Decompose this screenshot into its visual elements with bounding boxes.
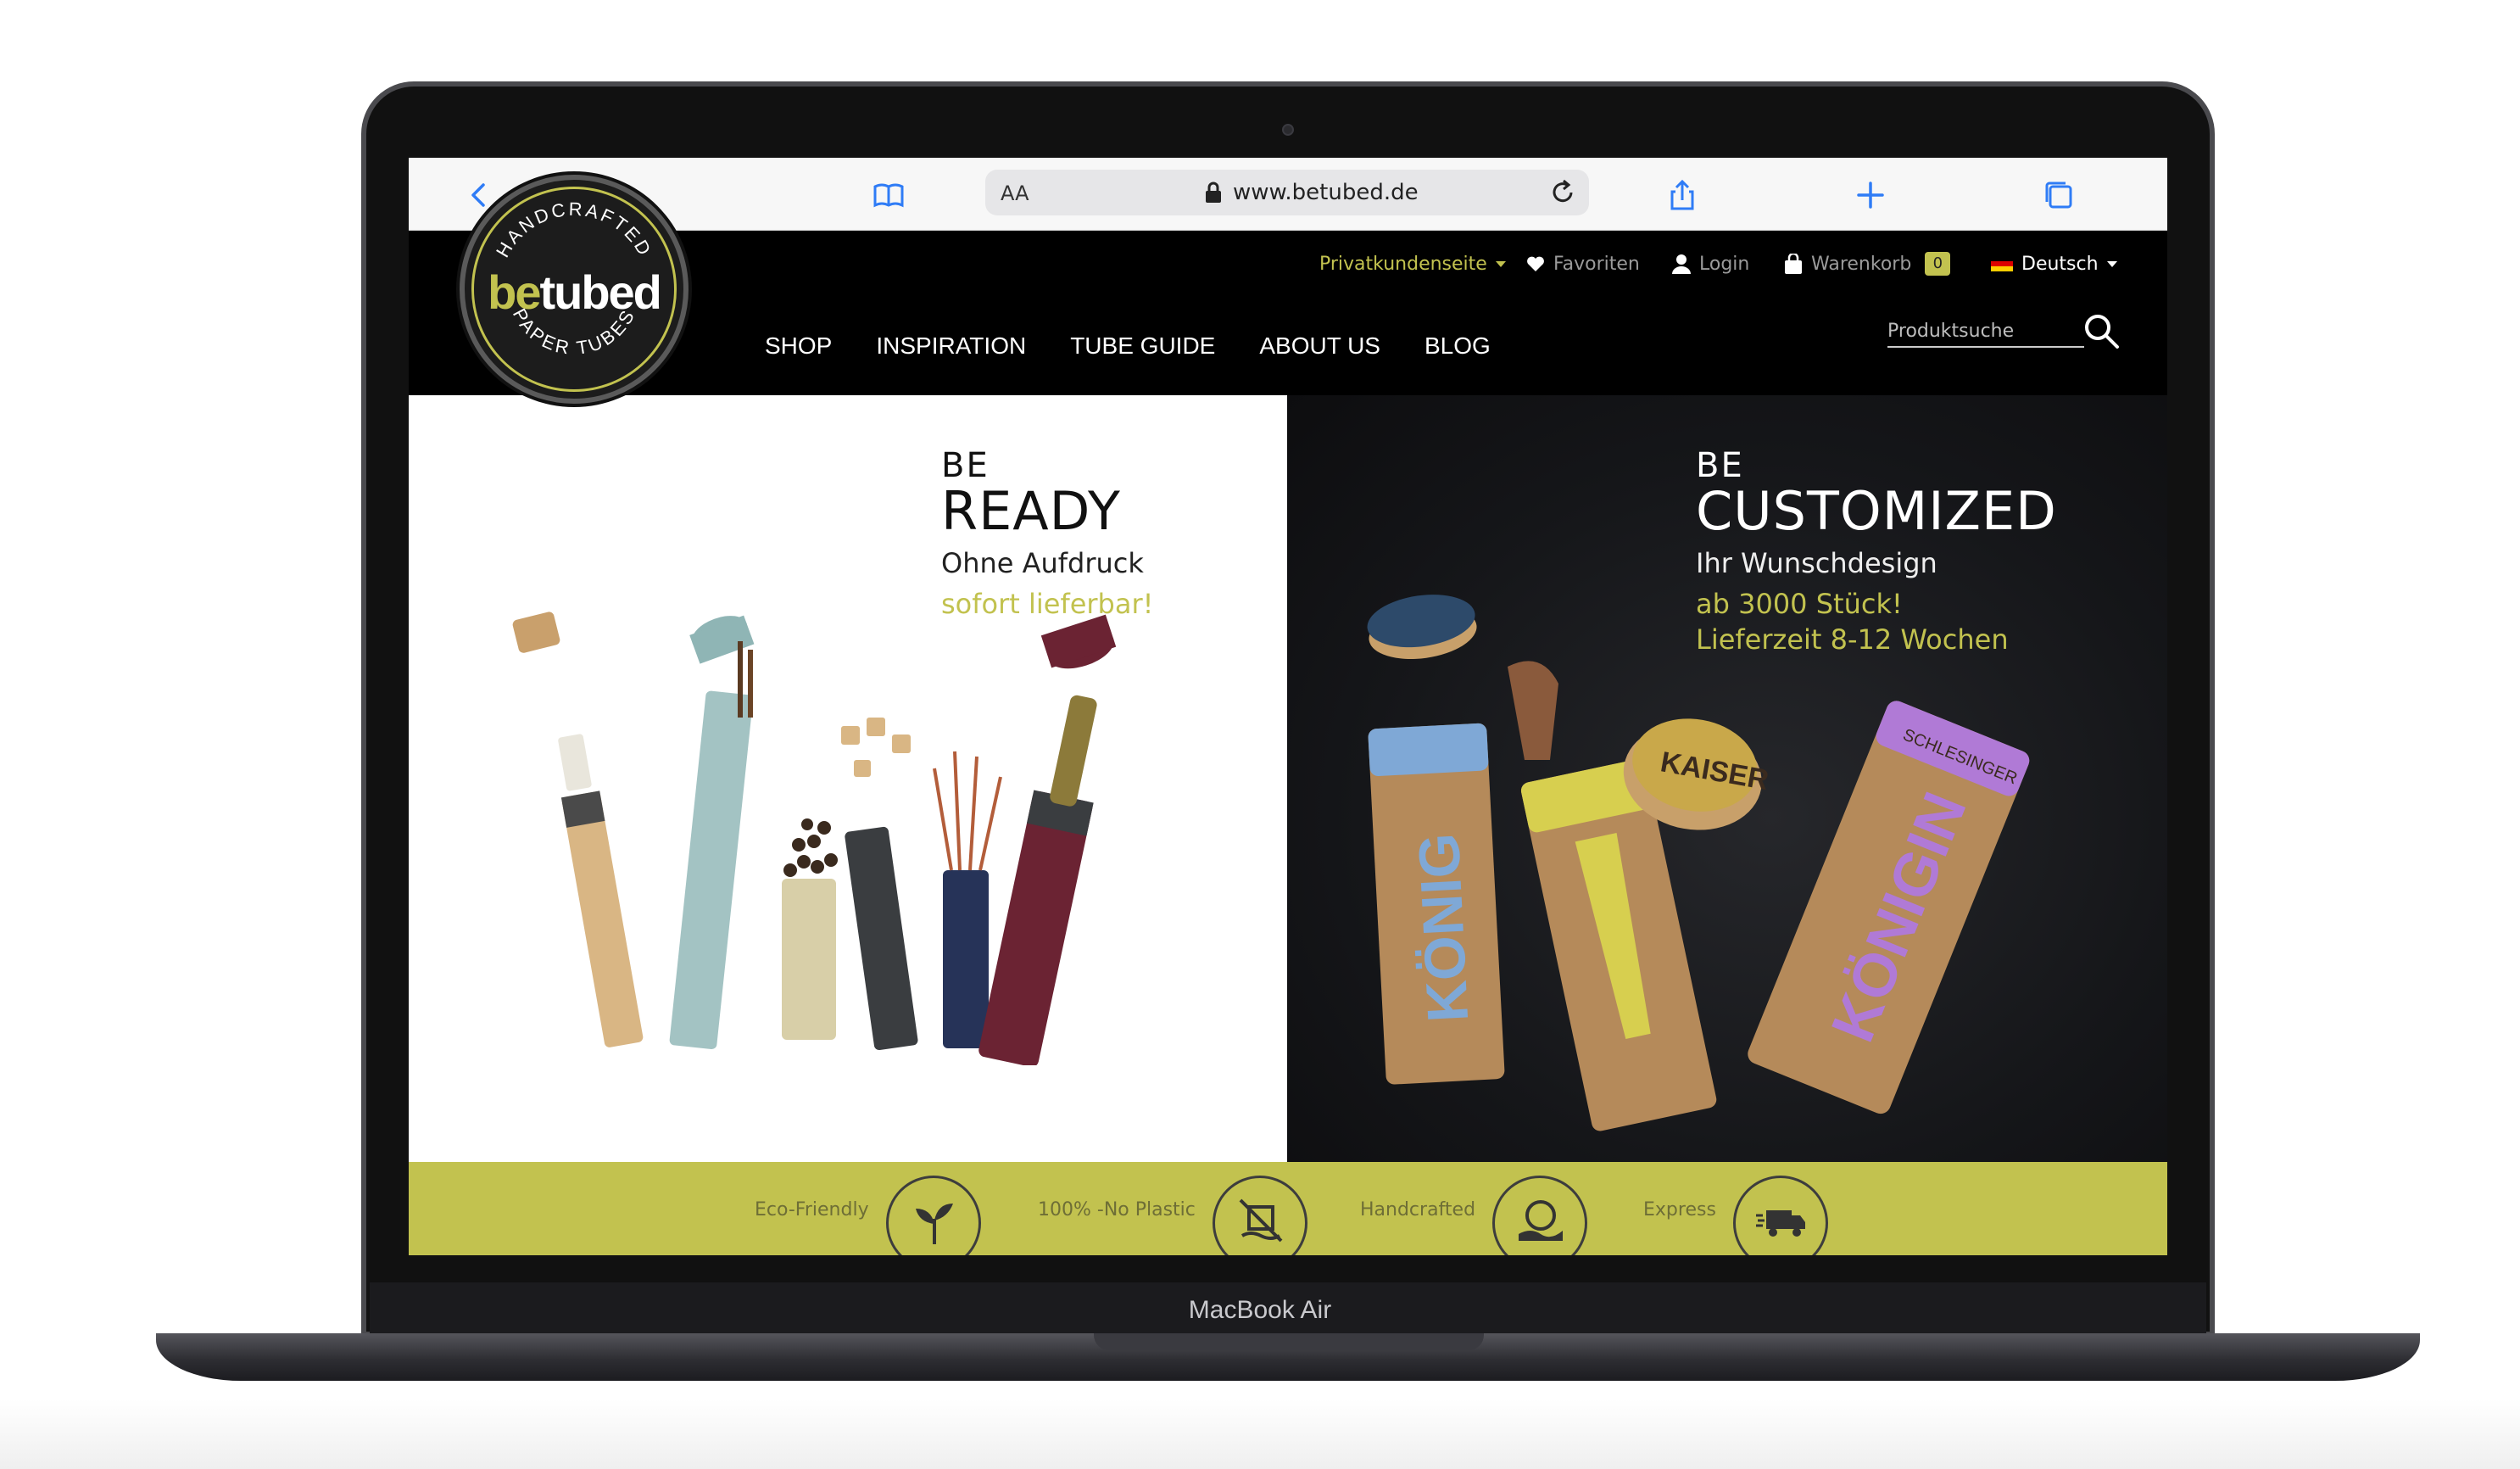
nav-inspiration[interactable]: INSPIRATION — [876, 332, 1026, 360]
favorites-link[interactable]: Favoriten — [1526, 249, 1640, 278]
logo-word-rest: tubed — [539, 265, 661, 319]
feature-strip: Eco-Friendly 100% -No Plastic Handcrafte… — [409, 1162, 2167, 1255]
feature-express: Express — [1643, 1162, 1828, 1255]
cart-link[interactable]: Warenkorb 0 — [1784, 249, 1951, 278]
nav-blog[interactable]: BLOG — [1424, 332, 1491, 360]
tube-label-koenig: KÖNIG — [1407, 832, 1481, 1025]
device-label: MacBook Air — [1188, 1296, 1332, 1324]
address-bar[interactable]: AA www.betubed.de — [985, 170, 1589, 215]
text-size-button[interactable]: AA — [1001, 182, 1029, 205]
cart-count-badge: 0 — [1925, 252, 1951, 276]
share-icon[interactable] — [1665, 178, 1699, 212]
custom-tubes-image: KÖNIG KAISER KÖNIGIN SCHLESINGER — [1367, 595, 2030, 1131]
search-input[interactable] — [1887, 316, 2084, 346]
feature-handcrafted: Handcrafted — [1360, 1162, 1588, 1255]
search-field — [1887, 316, 2084, 348]
truck-icon — [1732, 1176, 1828, 1255]
login-link[interactable]: Login — [1672, 249, 1749, 278]
chevron-down-icon — [1495, 260, 1506, 267]
lock-icon — [1206, 182, 1221, 203]
nav-tube-guide[interactable]: TUBE GUIDE — [1070, 332, 1215, 360]
nav-about-us[interactable]: ABOUT US — [1259, 332, 1380, 360]
plant-icon — [885, 1176, 981, 1255]
login-label: Login — [1699, 253, 1750, 275]
betubed-logo[interactable]: HANDCRAFTED PAPER TUBES betubed — [460, 175, 689, 404]
cart-label: Warenkorb — [1811, 253, 1912, 275]
hero-left-title: READY — [941, 480, 1121, 542]
logo-word-accent: be — [488, 265, 541, 319]
new-tab-icon[interactable] — [1854, 178, 1887, 212]
customer-page-label: Privatkundenseite — [1319, 253, 1487, 275]
floor-shadow — [0, 1399, 2520, 1469]
camera — [1282, 124, 1294, 136]
german-flag-icon — [1991, 256, 2013, 271]
chevron-down-icon — [2106, 260, 2117, 267]
laptop-notch — [1094, 1333, 1484, 1350]
hero-left-subtitle: Ohne Aufdruck — [941, 547, 1144, 579]
hero-be-customized[interactable]: BE CUSTOMIZED Ihr Wunschdesign ab 3000 S… — [1287, 395, 2167, 1162]
logo-wordmark: betubed — [465, 265, 683, 320]
nav-shop[interactable]: SHOP — [765, 332, 832, 360]
no-plastic-icon — [1212, 1176, 1307, 1255]
blank-tubes-image — [512, 612, 1117, 1065]
reload-icon[interactable] — [1548, 178, 1577, 207]
handcrafted-icon — [1492, 1176, 1588, 1255]
main-nav: SHOP INSPIRATION TUBE GUIDE ABOUT US BLO… — [765, 332, 1491, 360]
hero-be-ready[interactable]: BE READY Ohne Aufdruck sofort lieferbar! — [409, 395, 1287, 1162]
shopping-bag-icon — [1785, 254, 1802, 274]
screen: AA www.betubed.de Privatkundenseite Favo… — [409, 158, 2167, 1255]
user-icon — [1672, 254, 1691, 274]
hero-right-title: CUSTOMIZED — [1696, 480, 2057, 542]
tabs-overview-icon[interactable] — [2042, 178, 2076, 212]
favorites-label: Favoriten — [1553, 253, 1640, 275]
svg-text:HANDCRAFTED: HANDCRAFTED — [492, 198, 656, 261]
customer-page-menu[interactable]: Privatkundenseite — [1319, 249, 1506, 278]
search-icon[interactable] — [2082, 312, 2120, 349]
bookmarks-icon[interactable] — [872, 178, 906, 212]
feature-no-plastic: 100% -No Plastic — [1038, 1162, 1307, 1255]
feature-label: Eco-Friendly — [755, 1198, 869, 1220]
logo-top-arc: HANDCRAFTED — [492, 198, 654, 261]
feature-label: Express — [1643, 1198, 1716, 1220]
language-selector[interactable]: Deutsch — [1991, 249, 2117, 278]
language-label: Deutsch — [2021, 253, 2099, 275]
url-text: www.betubed.de — [1233, 180, 1419, 205]
feature-label: 100% -No Plastic — [1038, 1198, 1196, 1220]
heart-icon — [1527, 256, 1544, 271]
feature-label: Handcrafted — [1360, 1198, 1476, 1220]
feature-eco-friendly: Eco-Friendly — [755, 1162, 981, 1255]
